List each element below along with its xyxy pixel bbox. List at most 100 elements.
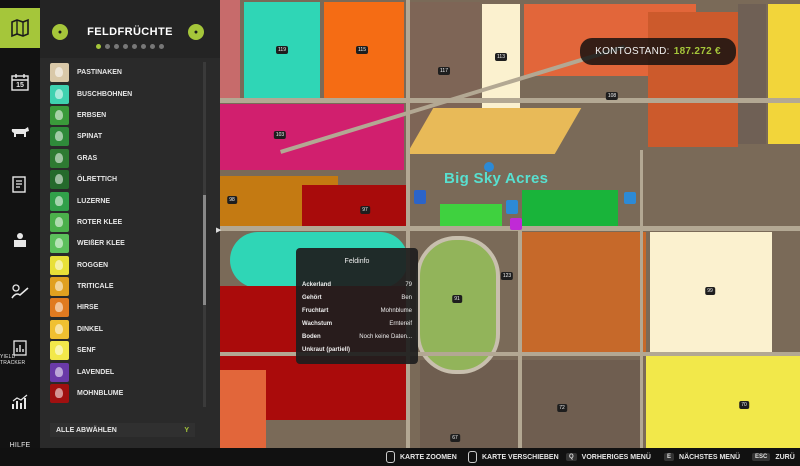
crop-item[interactable]: LAVENDEL [50,361,202,382]
crop-list: PASTINAKEN BUSCHBOHNEN ERBSEN SPINAT GRA… [50,62,202,404]
page-dot[interactable] [105,44,110,49]
crop-item[interactable]: HIRSE [50,297,202,318]
field[interactable] [220,370,266,448]
deselect-all-label: ALLE ABWÄHLEN [56,426,117,434]
silo-icon[interactable] [624,192,636,204]
crop-swatch-icon [50,148,69,168]
scrollbar-thumb[interactable] [203,195,206,305]
sell-point-icon[interactable] [506,200,518,214]
deselect-all-button[interactable]: ALLE ABWÄHLEN Y [50,423,195,437]
field-number: 99 [705,287,715,295]
field[interactable] [220,104,404,170]
cow-icon[interactable] [0,112,40,152]
crop-label: SPINAT [77,133,103,141]
zoom-map-hint[interactable]: KARTE ZOOMEN [386,448,457,466]
page-dot[interactable] [150,44,155,49]
map-icon[interactable] [0,8,40,48]
production-icon[interactable] [0,220,40,260]
field-number: 123 [500,272,514,280]
info-key: Unkraut (partiell) [302,347,351,353]
crop-swatch-icon [50,63,69,83]
next-page-button[interactable]: ● [188,24,204,40]
field[interactable] [648,12,738,147]
field-number: 117 [438,67,450,75]
back-hint[interactable]: ESC ZURÜ [752,448,795,466]
field-number: 113 [495,53,507,61]
crop-item[interactable]: GRAS [50,148,202,169]
crop-swatch-icon [50,384,69,404]
field[interactable] [738,4,766,144]
field[interactable] [302,185,406,227]
field[interactable] [406,108,582,154]
player-marker-icon[interactable] [510,218,522,230]
crop-item[interactable]: WEIßER KLEE [50,233,202,254]
field-number: 103 [273,131,287,139]
calendar-day: 15 [16,82,24,89]
field[interactable] [630,186,800,226]
move-map-hint[interactable]: KARTE VERSCHIEBEN [468,448,559,466]
field-info-title: Feldinfo [344,258,370,265]
field-number: 91 [452,295,462,303]
crop-item[interactable]: ERBSEN [50,105,202,126]
page-dot[interactable] [159,44,164,49]
hint-label: NÄCHSTES MENÜ [679,453,741,461]
page-dot[interactable] [123,44,128,49]
crop-label: ÖLRETTICH [77,176,118,184]
crop-item[interactable]: PASTINAKEN [50,62,202,83]
info-value: Ben [401,295,412,301]
crop-item[interactable]: ÖLRETTICH [50,169,202,190]
statistics-icon[interactable] [0,382,40,422]
info-row: Fruchtart Mohnblume [302,308,412,320]
info-value: Mohnblume [380,308,412,314]
crop-swatch-icon [50,170,69,190]
page-dot[interactable] [132,44,137,49]
crop-swatch-icon [50,341,69,361]
page-dot[interactable] [114,44,119,49]
crop-item[interactable]: BUSCHBOHNEN [50,83,202,104]
page-dot[interactable] [96,44,101,49]
field[interactable] [440,204,502,226]
crop-swatch-icon [50,319,69,339]
crop-item[interactable]: SPINAT [50,126,202,147]
crop-item[interactable]: ROGGEN [50,255,202,276]
crop-item[interactable]: TRITICALE [50,276,202,297]
info-row: Gehört Ben [302,295,412,307]
hint-label: VORHERIGES MENÜ [581,453,651,461]
crop-item[interactable]: DINKEL [50,319,202,340]
field[interactable] [646,356,800,448]
info-key: Boden [302,334,321,340]
crop-item[interactable]: MOHNBLUME [50,383,202,404]
info-key: Gehört [302,295,322,301]
page-dot[interactable] [141,44,146,49]
crop-label: ROTER KLEE [77,218,123,226]
crop-label: HIRSE [77,304,99,312]
farm-marker-icon[interactable] [484,162,494,172]
crop-swatch-icon [50,362,69,382]
field[interactable] [220,0,240,98]
collapse-panel-icon[interactable]: ▶ [216,226,224,238]
field[interactable] [522,190,618,226]
yield-tracker-icon[interactable]: YIELD TRACKER [0,328,40,368]
crop-item[interactable]: SENF [50,340,202,361]
crop-item[interactable]: LUZERNE [50,190,202,211]
calendar-icon[interactable]: 15 [0,62,40,102]
info-row: Ackerland 79 [302,282,412,294]
field[interactable] [522,232,646,352]
next-menu-hint[interactable]: E NÄCHSTES MENÜ [664,448,740,466]
shop-icon[interactable] [414,190,426,204]
info-key: Wachstum [302,321,333,327]
balance-label: KONTOSTAND: [595,46,670,57]
key-hint: E [664,453,675,461]
field[interactable] [778,232,800,352]
finance-icon[interactable] [0,272,40,312]
map-view[interactable]: 119 115 117 113 108 103 98 97 91 123 99 … [220,0,800,448]
crop-swatch-icon [50,105,69,125]
crop-label: GRAS [77,154,98,162]
crop-label: WEIßER KLEE [77,240,125,248]
crop-swatch-icon [50,277,69,297]
field[interactable] [768,4,800,144]
previous-menu-hint[interactable]: Q VORHERIGES MENÜ [566,448,651,466]
key-hint: Q [566,453,577,461]
contracts-icon[interactable] [0,165,40,205]
crop-item[interactable]: ROTER KLEE [50,212,202,233]
